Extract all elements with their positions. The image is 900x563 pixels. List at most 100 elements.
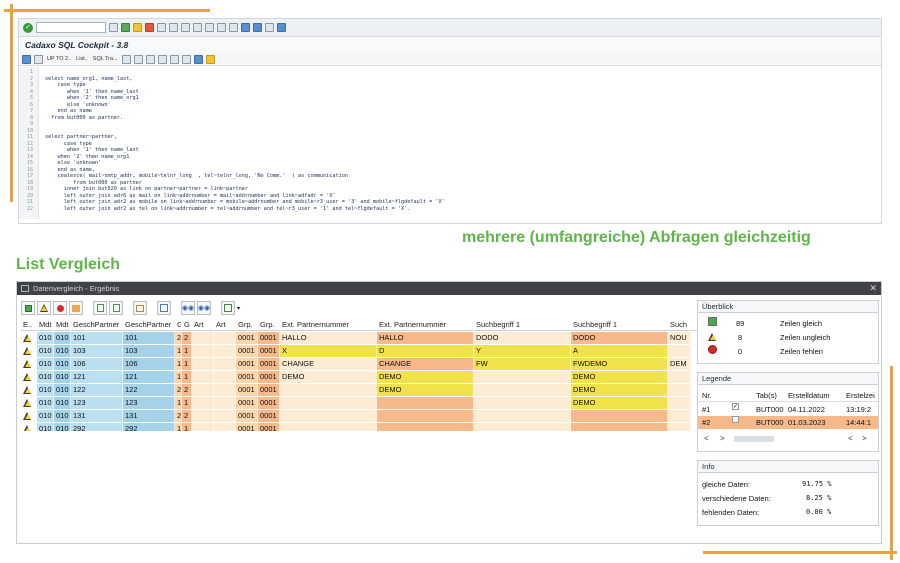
line-number: 8 — [29, 114, 33, 121]
column-header[interactable]: Grp. — [258, 319, 280, 331]
column-header[interactable]: GeschPartner — [123, 319, 175, 331]
cancel-icon[interactable] — [145, 23, 154, 32]
back-icon[interactable] — [121, 23, 130, 32]
legend-scroll-right-icon[interactable]: > — [720, 434, 725, 444]
list-button[interactable]: List.. — [75, 56, 89, 62]
legend-scroll-right2-icon[interactable]: > — [862, 434, 867, 444]
legend-scroll-left-icon[interactable]: < — [704, 434, 709, 444]
legend-tab-2: BUT000 — [756, 418, 784, 427]
table-row[interactable]: 010 010 103 103 1 1 0001 0001 X D Y A — [21, 345, 697, 357]
tool-icon-5[interactable] — [169, 54, 179, 64]
column-header[interactable]: Grp. — [236, 319, 258, 331]
table-cell — [192, 371, 214, 383]
table-cell: 0001 — [236, 358, 258, 370]
export-icon[interactable] — [93, 301, 107, 315]
table-cell: 0001 — [236, 345, 258, 357]
column-header[interactable]: Ext. Partnernummer — [377, 319, 474, 331]
layout-icon[interactable] — [133, 301, 147, 315]
save-icon[interactable] — [109, 23, 118, 32]
tool-icon-8[interactable] — [205, 54, 215, 64]
column-header[interactable]: G — [182, 319, 192, 331]
legend-scroll-left2-icon[interactable]: < — [848, 434, 853, 444]
info-row-equal: gleiche Daten: 91.75 % — [698, 478, 878, 491]
sql-editor[interactable]: 1 2 3 4 5 6 7 8 9 10 11 12 13 14 15 16 17 18 19 20 21 22 sele… — [19, 67, 881, 219]
warning-filter-icon[interactable] — [37, 301, 51, 315]
table-row[interactable]: 010 010 123 123 1 1 0001 0001 DEMO — [21, 397, 697, 409]
table-row[interactable]: 010 010 122 122 2 2 0001 0001 DEMO DEMO — [21, 384, 697, 396]
export-menu-icon[interactable] — [221, 301, 235, 315]
table-cell: DODO — [474, 332, 571, 344]
table-cell — [474, 423, 571, 431]
first-page-icon[interactable] — [193, 23, 202, 32]
table-row[interactable]: 010 010 106 106 1 1 0001 0001 CHANGE CHANGE FW FWDE… — [21, 358, 697, 370]
table-cell — [280, 410, 377, 422]
red-filter-icon[interactable] — [53, 301, 67, 315]
column-header[interactable]: Such — [668, 319, 691, 331]
table-cell: 0001 — [236, 397, 258, 409]
enter-icon[interactable]: ✓ — [23, 22, 33, 33]
new-session-icon[interactable] — [241, 23, 250, 32]
legend-scrollbar[interactable] — [734, 436, 774, 442]
dropdown-arrow-icon[interactable]: ▾ — [237, 305, 240, 312]
find-next-binoculars-icon[interactable]: ◉◉ — [197, 301, 211, 315]
column-header[interactable]: Ext. Partnernummer — [280, 319, 377, 331]
table-cell — [571, 410, 668, 422]
close-icon[interactable]: ✕ — [869, 282, 877, 295]
find-next-icon[interactable] — [181, 23, 190, 32]
legend-col-time: Erstelzei — [846, 391, 875, 400]
tool-icon-7[interactable] — [193, 54, 203, 64]
shortcut-icon[interactable] — [253, 23, 262, 32]
legend-row-1[interactable]: #1 ✓ BUT000 04.11.2022 13:19:2 — [698, 403, 878, 416]
table-row[interactable]: 010 010 121 121 1 1 0001 0001 DEMO DEMO DEMO — [21, 371, 697, 383]
tool-icon-4[interactable] — [157, 54, 167, 64]
column-header[interactable]: Mdt — [54, 319, 71, 331]
column-header[interactable]: Suchbegriff 1 — [474, 319, 571, 331]
column-header[interactable]: G — [175, 319, 182, 331]
legend-checkbox-2[interactable] — [732, 416, 739, 423]
prev-page-icon[interactable] — [205, 23, 214, 32]
cockpit-title: Cadaxo SQL Cockpit - 3.8 — [19, 37, 881, 53]
legend-checkbox-1[interactable]: ✓ — [732, 403, 739, 410]
line-number: 11 — [26, 134, 33, 140]
line-number: 5 — [29, 95, 33, 101]
overview-row-missing: 0 Zeilen fehlen — [698, 345, 878, 358]
table-cell — [214, 358, 236, 370]
import-icon[interactable] — [109, 301, 123, 315]
code-line: left outer join adr2 as mobile on link~a… — [45, 199, 445, 205]
line-number: 9 — [29, 121, 33, 127]
back-small-icon[interactable] — [34, 54, 43, 64]
details-icon[interactable] — [157, 301, 171, 315]
exit-icon[interactable] — [133, 23, 142, 32]
print-icon[interactable] — [157, 23, 166, 32]
table-row[interactable]: 010 010 292 292 1 1 0001 0001 — [21, 423, 697, 431]
tool-icon-3[interactable] — [145, 54, 155, 64]
line-number: 10 — [26, 127, 33, 134]
legend-header: Nr. Tab(s) Erstelldatum Erstelzei — [698, 389, 878, 402]
column-header[interactable]: Art — [214, 319, 236, 331]
execute-icon[interactable] — [22, 54, 31, 64]
legend-row-2[interactable]: #2 BUT000 01.03.2023 14:44:1 — [698, 416, 878, 429]
tool-icon-1[interactable] — [121, 54, 131, 64]
sql-trace-button[interactable]: SQL Tra... — [92, 56, 119, 62]
last-page-icon[interactable] — [229, 23, 238, 32]
command-field[interactable] — [36, 22, 106, 33]
help-icon[interactable] — [265, 23, 274, 32]
column-header[interactable]: Mdt — [37, 319, 54, 331]
green-filter-icon[interactable] — [21, 301, 35, 315]
next-page-icon[interactable] — [217, 23, 226, 32]
find-binoculars-icon[interactable]: ◉◉ — [181, 301, 195, 315]
column-header[interactable]: Art — [192, 319, 214, 331]
column-header[interactable]: Suchbegriff 1 — [571, 319, 668, 331]
tool-icon-2[interactable] — [133, 54, 143, 64]
up-to-button[interactable]: UP TO 2.. — [46, 56, 72, 62]
line-number: 17 — [26, 173, 33, 179]
table-row[interactable]: 010 010 131 131 2 2 0001 0001 — [21, 410, 697, 422]
tool-icon-6[interactable] — [181, 54, 191, 64]
column-header[interactable]: E.. — [21, 319, 37, 331]
legend-time-1: 13:19:2 — [846, 405, 872, 414]
find-icon[interactable] — [169, 23, 178, 32]
columns-icon[interactable] — [69, 301, 83, 315]
column-header[interactable]: GeschPartner — [71, 319, 123, 331]
settings-icon[interactable] — [277, 23, 286, 32]
table-row[interactable]: 010 010 101 101 2 2 0001 0001 HALLO HALLO DODO DODO… — [21, 332, 697, 344]
